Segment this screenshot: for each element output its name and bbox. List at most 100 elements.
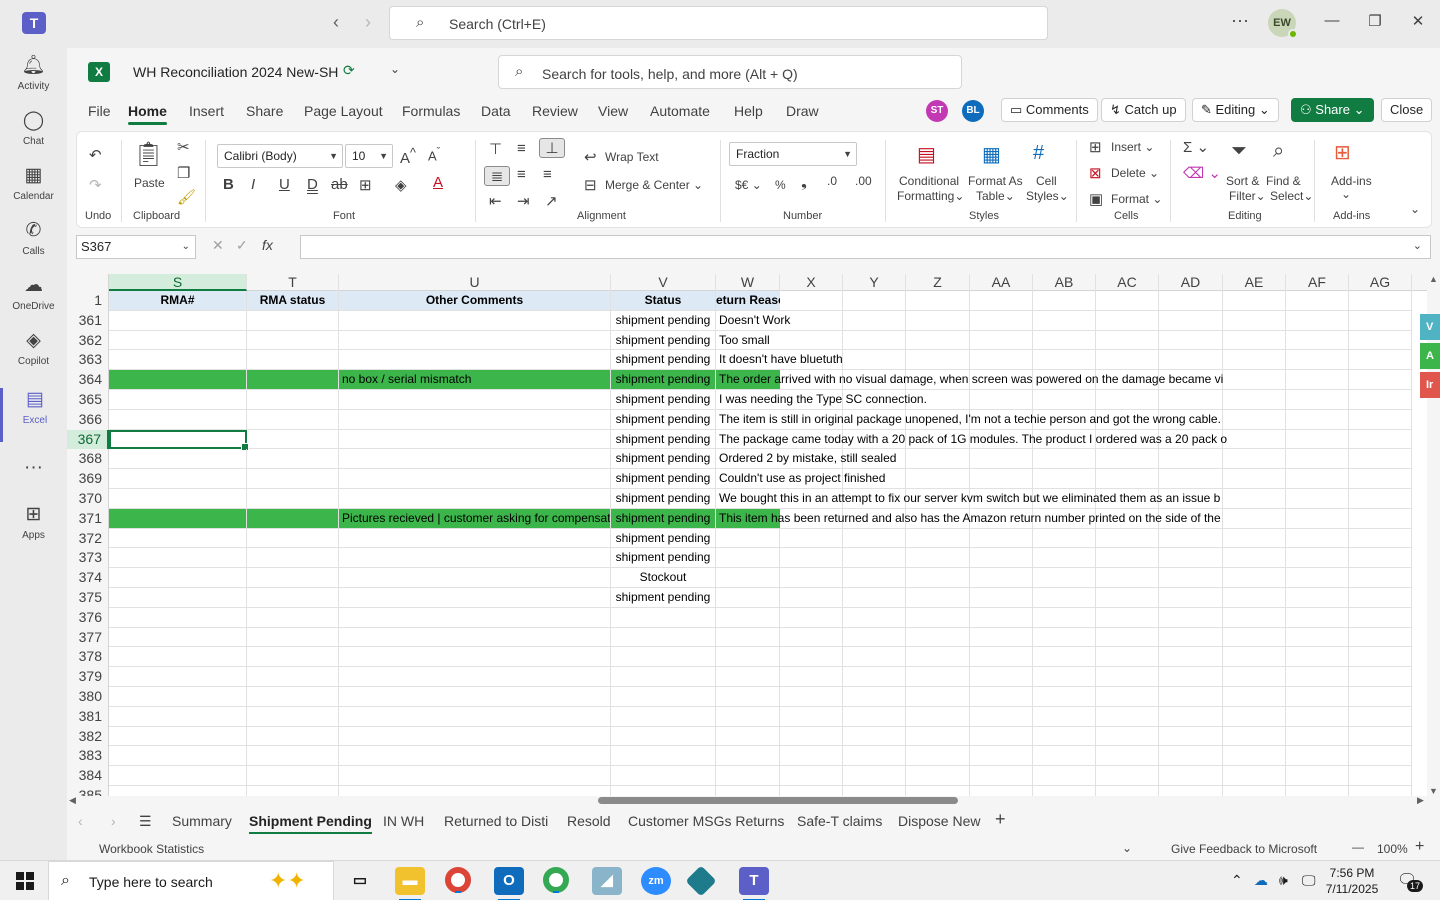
tab-share[interactable]: Share	[246, 103, 283, 119]
strikethrough-icon[interactable]: ab	[331, 176, 348, 193]
column-title-cell[interactable]	[1033, 291, 1096, 311]
grid-cell[interactable]	[716, 568, 780, 588]
grid-cell[interactable]	[1286, 350, 1349, 371]
format-as-table-button-line2[interactable]: Table⌄	[976, 189, 1015, 203]
grid-cell[interactable]	[1223, 746, 1286, 767]
grid-cell[interactable]	[970, 647, 1033, 668]
grid-cell[interactable]	[1159, 627, 1223, 648]
grid-cell[interactable]	[843, 766, 906, 786]
side-panel-tab[interactable]: Ir	[1420, 372, 1440, 398]
zoom-level[interactable]: 100%	[1377, 842, 1408, 856]
column-header[interactable]: U	[339, 274, 611, 291]
insert-cells-button[interactable]: Insert ⌄	[1111, 140, 1154, 154]
grid-cell[interactable]	[1033, 706, 1096, 727]
row-header[interactable]: 380	[67, 687, 109, 707]
grid-cell[interactable]	[109, 469, 247, 489]
tab-draw[interactable]: Draw	[786, 103, 819, 119]
grid-cell[interactable]	[109, 449, 247, 470]
grid-cell[interactable]	[780, 667, 843, 687]
grid-cell[interactable]	[1349, 627, 1412, 648]
outlook-icon[interactable]: O	[494, 867, 524, 900]
tab-page-layout[interactable]: Page Layout	[304, 103, 383, 119]
previous-sheet-icon[interactable]: ‹	[78, 813, 83, 829]
grid-cell[interactable]	[843, 746, 906, 767]
grid-cell[interactable]	[1223, 508, 1286, 529]
sheet-tab-returned-to-disti[interactable]: Returned to Disti	[444, 813, 548, 829]
column-header[interactable]: AD	[1159, 274, 1223, 291]
grid-cell[interactable]	[1349, 330, 1412, 351]
rail-item-copilot[interactable]: ◈ Copilot	[0, 329, 67, 383]
grid-cell[interactable]	[716, 667, 780, 687]
grid-cell[interactable]	[1286, 647, 1349, 668]
grid-cell[interactable]	[1349, 687, 1412, 707]
grid-cell[interactable]	[611, 627, 716, 648]
grid-cell[interactable]	[339, 706, 611, 727]
rail-item-apps[interactable]: ⊞ Apps	[0, 503, 67, 557]
grid-cell[interactable]: shipment pending	[611, 548, 716, 569]
grid-cell[interactable]	[339, 489, 611, 509]
column-header[interactable]: W	[716, 274, 780, 291]
grid-cell[interactable]	[1286, 588, 1349, 608]
grid-cell[interactable]	[906, 647, 970, 668]
grid-cell[interactable]	[1286, 508, 1349, 529]
grid-cell[interactable]	[1286, 469, 1349, 489]
grid-cell[interactable]	[1349, 766, 1412, 786]
tab-data[interactable]: Data	[481, 103, 511, 119]
horizontal-scroll-thumb[interactable]	[598, 797, 958, 804]
clear-icon[interactable]: ⌫ ⌄	[1183, 164, 1221, 182]
grid-cell[interactable]	[970, 588, 1033, 608]
grid-cell[interactable]	[780, 627, 843, 648]
grid-cell[interactable]	[1033, 667, 1096, 687]
autosum-icon[interactable]: Σ ⌄	[1183, 138, 1209, 156]
grid-cell[interactable]	[1223, 627, 1286, 648]
grid-cell[interactable]	[109, 330, 247, 351]
vpn-app-icon[interactable]	[685, 865, 717, 897]
format-cells-button[interactable]: Format ⌄	[1111, 192, 1162, 206]
grid-cell[interactable]	[716, 766, 780, 786]
tool-search-box[interactable]: ⌕ Search for tools, help, and more (Alt …	[498, 55, 962, 89]
grid-cell[interactable]	[1096, 687, 1159, 707]
row-header[interactable]: 378	[67, 647, 109, 668]
grid-cell[interactable]	[1096, 766, 1159, 786]
grid-cell[interactable]	[339, 390, 611, 410]
grid-cell[interactable]	[1286, 607, 1349, 628]
grid-cell[interactable]	[1033, 627, 1096, 648]
grid-cell[interactable]	[339, 330, 611, 351]
sort-filter-button-line2[interactable]: Filter⌄	[1229, 189, 1266, 203]
grid-cell[interactable]	[109, 667, 247, 687]
grid-cell[interactable]	[780, 568, 843, 588]
column-header[interactable]: AA	[970, 274, 1033, 291]
grid-cell[interactable]	[1096, 588, 1159, 608]
grid-cell[interactable]	[1286, 528, 1349, 549]
grid-cell[interactable]	[339, 607, 611, 628]
column-title-cell[interactable]	[1159, 291, 1223, 311]
column-title-cell[interactable]	[1286, 291, 1349, 311]
grid-cell[interactable]	[339, 766, 611, 786]
side-panel-tab[interactable]: A	[1420, 343, 1440, 369]
teams-taskbar-icon[interactable]: T	[739, 867, 769, 900]
grid-cell[interactable]	[843, 706, 906, 727]
grid-cell[interactable]: It doesn't have bluetuth	[716, 350, 1223, 371]
grid-cell[interactable]: shipment pending	[611, 528, 716, 549]
grid-cell[interactable]: Couldn't use as project finished	[716, 469, 1223, 489]
grid-cell[interactable]	[339, 350, 611, 371]
grid-cell[interactable]	[339, 726, 611, 747]
grid-cell[interactable]	[1159, 647, 1223, 668]
grid-cell[interactable]	[611, 687, 716, 707]
back-arrow-icon[interactable]: ‹	[324, 12, 348, 33]
fill-color-icon[interactable]: ◈	[395, 176, 407, 194]
cell-styles-icon[interactable]: #	[1033, 142, 1044, 165]
grid-cell[interactable]	[1286, 726, 1349, 747]
more-options-icon[interactable]: ···	[1231, 10, 1249, 31]
grid-cell[interactable]	[109, 528, 247, 549]
grid-cell[interactable]	[1349, 469, 1412, 489]
column-header[interactable]: Z	[906, 274, 970, 291]
grid-cell[interactable]	[611, 647, 716, 668]
add-sheet-icon[interactable]: +	[995, 809, 1006, 830]
enter-icon[interactable]: ✓	[236, 237, 248, 254]
tab-formulas[interactable]: Formulas	[402, 103, 460, 119]
grid-cell[interactable]	[1286, 746, 1349, 767]
row-header[interactable]: 366	[67, 409, 109, 430]
grid-cell[interactable]	[109, 766, 247, 786]
grid-cell[interactable]	[970, 667, 1033, 687]
